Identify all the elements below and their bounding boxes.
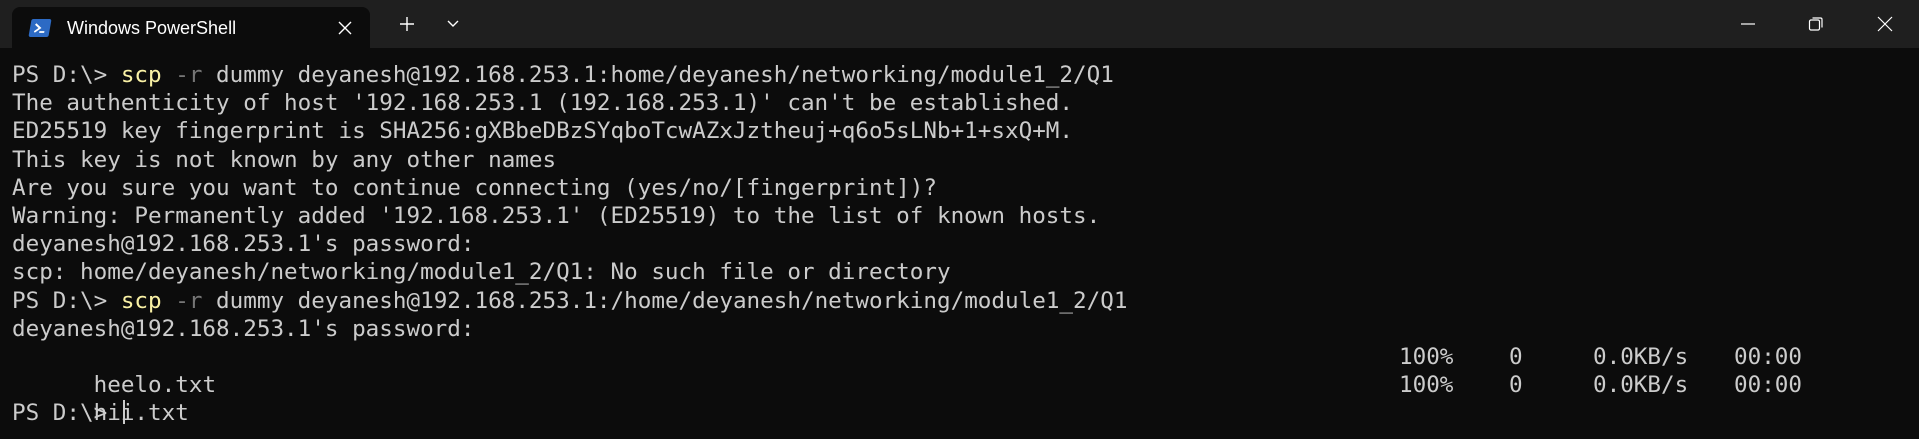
transfer-time: 00:00 xyxy=(1734,343,1803,370)
close-icon xyxy=(1877,16,1893,32)
transfer-row: heelo.txt 100% 0 0.0KB/s 00:00 xyxy=(12,343,1919,398)
transfer-percent: 100% xyxy=(1399,372,1454,399)
close-button[interactable] xyxy=(1857,0,1913,48)
terminal-input-line[interactable]: PS D:\> xyxy=(12,399,1919,427)
prompt: PS D:\> xyxy=(12,287,121,314)
terminal-line: PS D:\> scp -r dummy deyanesh@192.168.25… xyxy=(12,287,1919,315)
command-flag: -r xyxy=(161,287,203,314)
terminal-output[interactable]: PS D:\> scp -r dummy deyanesh@192.168.25… xyxy=(0,48,1919,439)
transfer-rate: 0.0KB/s xyxy=(1593,343,1689,370)
transfer-bytes: 0 xyxy=(1509,372,1523,399)
command: scp xyxy=(120,62,162,88)
plus-icon xyxy=(400,17,414,31)
text-cursor xyxy=(122,400,125,425)
terminal-window: Windows PowerShell PS D:\> scp -r dummy … xyxy=(0,0,1919,439)
terminal-line: Warning: Permanently added '192.168.253.… xyxy=(12,202,1101,229)
terminal-line: ED25519 key fingerprint is SHA256:gXBbeD… xyxy=(12,118,1074,145)
terminal-line: Are you sure you want to continue connec… xyxy=(12,174,937,201)
maximize-icon xyxy=(1808,17,1823,31)
command-flag: -r xyxy=(161,62,203,88)
minimize-button[interactable] xyxy=(1720,0,1776,48)
terminal-line: scp: home/deyanesh/networking/module1_2/… xyxy=(12,259,951,286)
transfer-time: 00:00 xyxy=(1734,372,1803,399)
transfer-bytes: 0 xyxy=(1509,343,1523,370)
command-args: dummy deyanesh@192.168.253.1:/home/deyan… xyxy=(202,287,1128,314)
terminal-line: The authenticity of host '192.168.253.1 … xyxy=(12,90,1074,117)
command-args: dummy deyanesh@192.168.253.1:home/deyane… xyxy=(202,62,1114,88)
transfer-percent: 100% xyxy=(1399,343,1454,370)
transfer-rate: 0.0KB/s xyxy=(1593,372,1689,399)
command: scp xyxy=(120,287,162,314)
minimize-icon xyxy=(1741,23,1755,25)
terminal-line: This key is not known by any other names xyxy=(12,146,557,173)
terminal-line: deyanesh@192.168.253.1's password: xyxy=(12,231,475,258)
terminal-line: PS D:\> scp -r dummy deyanesh@192.168.25… xyxy=(12,61,1919,89)
terminal-line: deyanesh@192.168.253.1's password: xyxy=(12,315,475,342)
tab-dropdown-button[interactable] xyxy=(438,9,468,39)
new-tab-button[interactable] xyxy=(392,9,422,39)
tab-windows-powershell[interactable]: Windows PowerShell xyxy=(12,7,370,48)
tab-title: Windows PowerShell xyxy=(67,18,237,38)
title-bar[interactable]: Windows PowerShell xyxy=(0,0,1919,48)
powershell-icon xyxy=(28,19,52,37)
tab-close-button[interactable] xyxy=(332,15,358,41)
chevron-down-icon xyxy=(447,20,459,27)
maximize-button[interactable] xyxy=(1788,0,1844,48)
transfer-row: hii.txt 100% 0 0.0KB/s 00:00 xyxy=(12,371,1919,426)
close-icon xyxy=(338,21,352,35)
prompt: PS D:\> xyxy=(12,62,121,88)
prompt: PS D:\> xyxy=(12,400,121,427)
